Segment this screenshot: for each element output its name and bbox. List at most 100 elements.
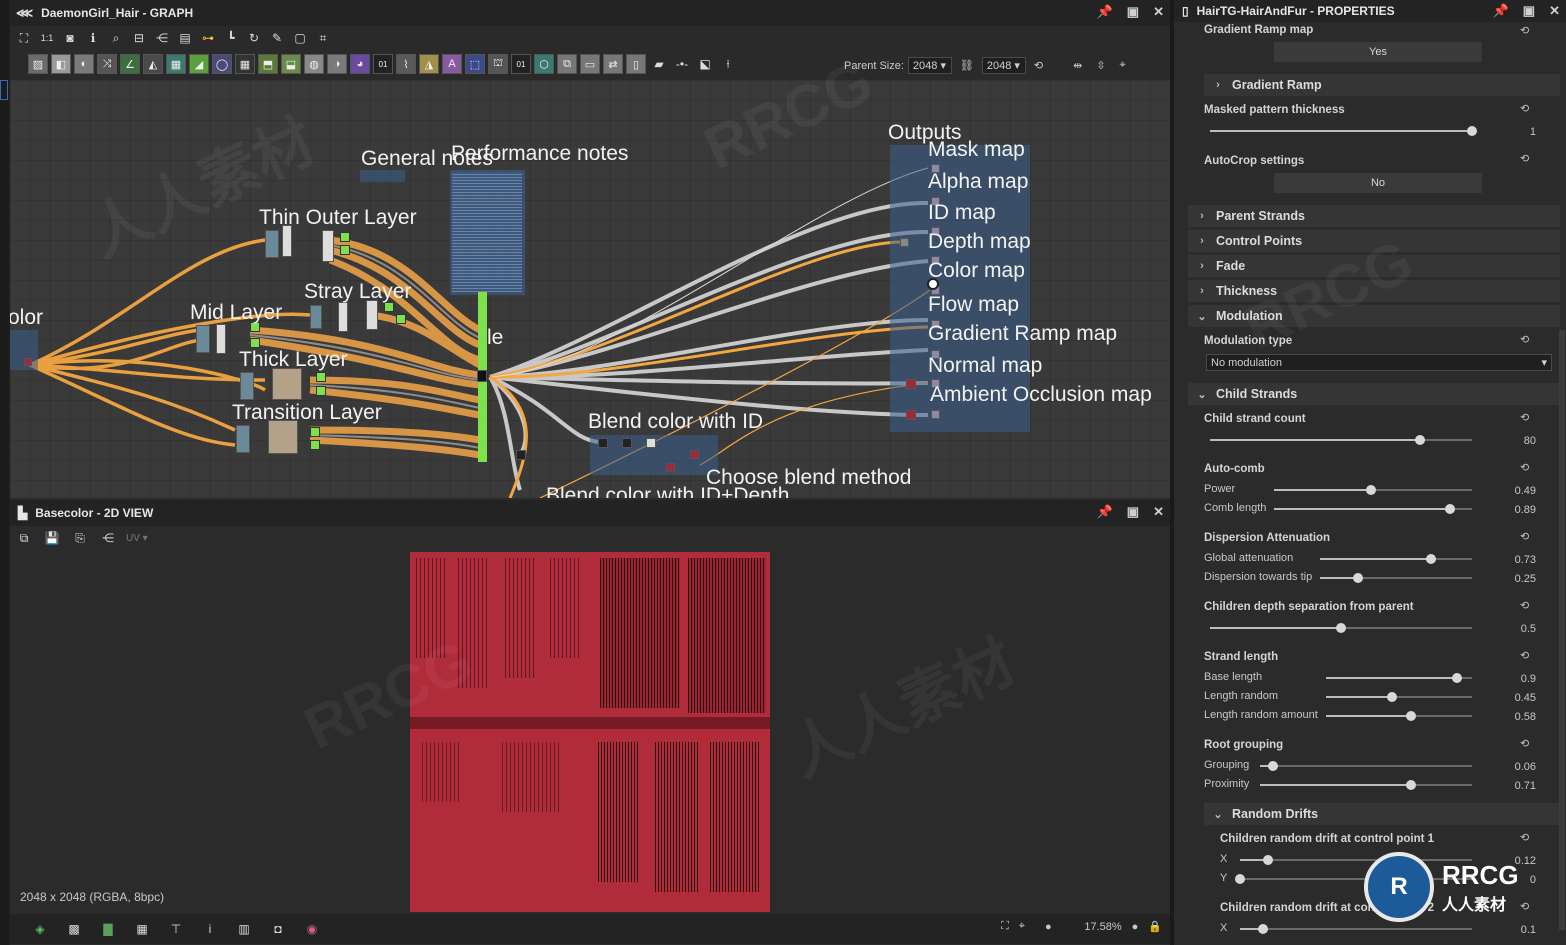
towards-tip-track[interactable] — [1320, 573, 1472, 583]
close-icon[interactable]: ✕ — [1153, 4, 1164, 20]
root-grouping-reset-icon[interactable]: ⟲ — [1520, 737, 1529, 750]
align-v-icon[interactable]: ⇳ — [1096, 59, 1105, 72]
center-icon[interactable]: ⌖ — [1019, 920, 1025, 933]
transition-node-a[interactable] — [236, 425, 250, 453]
pin-icon[interactable]: 📌 — [1097, 4, 1113, 20]
blend-node-2[interactable] — [622, 438, 632, 448]
align-h-icon[interactable]: ⇹ — [1073, 59, 1082, 72]
blend-node-4[interactable] — [666, 463, 675, 472]
comment-icon[interactable]: ▰ — [649, 54, 669, 74]
section-control-points[interactable]: › Control Points — [1188, 230, 1560, 252]
stray-layer-node-a[interactable] — [310, 305, 322, 329]
parent-size-select[interactable]: 2048 ▾ — [907, 57, 952, 74]
reset-icon[interactable]: ⟲ — [1520, 24, 1529, 37]
layers-icon[interactable]: ◈ — [30, 919, 50, 939]
graph-node-icon[interactable]: ⧉ — [557, 54, 577, 74]
gradient-ramp-map-toggle[interactable]: Yes — [1274, 42, 1482, 62]
tile-icon[interactable]: ⊤ — [166, 919, 186, 939]
main-bus-input[interactable] — [477, 370, 487, 382]
mirror-node-icon[interactable]: ◮ — [419, 54, 439, 74]
comb-length-track[interactable] — [1274, 504, 1472, 514]
length-random-amount-track[interactable] — [1326, 711, 1472, 721]
blend-node-icon[interactable]: ⬓ — [281, 54, 301, 74]
histogram-icon[interactable]: ▥ — [234, 919, 254, 939]
slider-knob[interactable] — [1262, 855, 1273, 865]
child-strand-count-value[interactable]: 80 — [1486, 435, 1536, 447]
slider-knob[interactable] — [1366, 485, 1377, 495]
slider-knob[interactable] — [1267, 761, 1278, 771]
slider-knob[interactable] — [1467, 126, 1477, 136]
pixel-processor-icon[interactable]: ◍ — [304, 54, 324, 74]
slider-knob[interactable] — [1425, 554, 1436, 564]
comb-length-value[interactable]: 0.89 — [1486, 504, 1536, 516]
fit-icon[interactable]: ⛶ — [1001, 920, 1009, 933]
text-node-icon[interactable]: A — [442, 54, 462, 74]
transition-out-2[interactable] — [310, 440, 320, 450]
power-track[interactable] — [1274, 485, 1472, 495]
fx-map-node-icon[interactable]: ▦ — [166, 54, 186, 74]
thin-outer-node-a[interactable] — [265, 230, 279, 258]
normal-node-icon[interactable]: ◑ — [327, 54, 347, 74]
align-icon[interactable]: ⊟ — [129, 28, 149, 48]
thick-layer-node-b[interactable] — [272, 368, 302, 400]
graph-canvas[interactable]: olor General notes Performance notes Thi… — [10, 80, 1170, 498]
section-parent-strands[interactable]: › Parent Strands — [1188, 205, 1560, 227]
normal-source-node[interactable] — [906, 379, 916, 389]
towards-tip-value[interactable]: 0.25 — [1486, 573, 1536, 585]
color-mode-icon[interactable]: ▇ — [98, 919, 118, 939]
global-attenuation-value[interactable]: 0.73 — [1486, 554, 1536, 566]
link-size-icon[interactable]: ⛓ — [960, 59, 974, 72]
blend-node-1[interactable] — [598, 438, 608, 448]
blend-depth-node[interactable] — [516, 450, 526, 460]
levels-node-icon[interactable]: ◭ — [143, 54, 163, 74]
zoom-in-icon[interactable]: ● — [1132, 921, 1139, 933]
slider-knob[interactable] — [1235, 874, 1245, 884]
warp-node-icon[interactable]: ⌇ — [396, 54, 416, 74]
child-strand-count-reset-icon[interactable]: ⟲ — [1520, 411, 1529, 424]
dot-icon[interactable]: -•- — [672, 54, 692, 74]
section-gradient-ramp[interactable]: › Gradient Ramp — [1204, 74, 1560, 96]
children-depth-value[interactable]: 0.5 — [1486, 623, 1536, 635]
strand-length-reset-icon[interactable]: ⟲ — [1520, 649, 1529, 662]
children-depth-track[interactable] — [1210, 623, 1472, 633]
info-icon[interactable]: ℹ — [83, 28, 103, 48]
panel-divider[interactable] — [1170, 0, 1174, 945]
section-thickness[interactable]: › Thickness — [1188, 280, 1560, 302]
maximize-icon[interactable]: ▣ — [1127, 4, 1139, 20]
curve-node-icon[interactable]: ∠ — [120, 54, 140, 74]
depth-input-node[interactable] — [900, 238, 909, 247]
grouping-track[interactable] — [1260, 761, 1472, 771]
modulation-type-select[interactable]: No modulation ▾ — [1206, 354, 1552, 371]
thin-outer-out-2[interactable] — [340, 245, 350, 255]
section-random-drifts[interactable]: ⌄ Random Drifts — [1204, 803, 1560, 825]
uv-select[interactable]: UV ▾ — [126, 533, 148, 544]
copy-view-icon[interactable]: ⧉ — [14, 528, 34, 548]
properties-scrollbar[interactable] — [1559, 330, 1565, 930]
transform-node-icon[interactable]: ⬚ — [465, 54, 485, 74]
search-icon[interactable]: ⌕ — [106, 28, 126, 48]
layout-icon[interactable]: ▤ — [175, 28, 195, 48]
view2d-close-icon[interactable]: ✕ — [1153, 504, 1164, 520]
drift1-reset-icon[interactable]: ⟲ — [1520, 831, 1529, 844]
fill-node-icon[interactable]: ⛫ — [488, 54, 508, 74]
zoom-1-1-icon[interactable]: 1:1 — [37, 28, 57, 48]
autocrop-reset-icon[interactable]: ⟲ — [1520, 152, 1529, 165]
thick-layer-out-1[interactable] — [316, 372, 326, 382]
slider-knob[interactable] — [1405, 711, 1416, 721]
slider-knob[interactable] — [1353, 573, 1363, 583]
zoom-value[interactable]: 17.58% — [1062, 921, 1121, 933]
svg-node-icon[interactable]: ◧ — [51, 54, 71, 74]
frame-node-icon[interactable]: ▯ — [626, 54, 646, 74]
transition-node-b[interactable] — [268, 420, 298, 454]
output-node-icon[interactable]: ⬒ — [258, 54, 278, 74]
modulation-reset-icon[interactable]: ⟲ — [1520, 333, 1529, 346]
mid-layer-node-a[interactable] — [196, 325, 210, 353]
length-random-track[interactable] — [1326, 692, 1472, 702]
left-dock-marker[interactable] — [0, 80, 8, 100]
children-depth-reset-icon[interactable]: ⟲ — [1520, 599, 1529, 612]
global-attenuation-track[interactable] — [1320, 554, 1472, 564]
slider-knob[interactable] — [1405, 780, 1416, 790]
grid-icon[interactable]: ▦ — [132, 919, 152, 939]
view2d-maximize-icon[interactable]: ▣ — [1127, 504, 1139, 520]
thin-outer-node-c[interactable] — [322, 230, 334, 262]
